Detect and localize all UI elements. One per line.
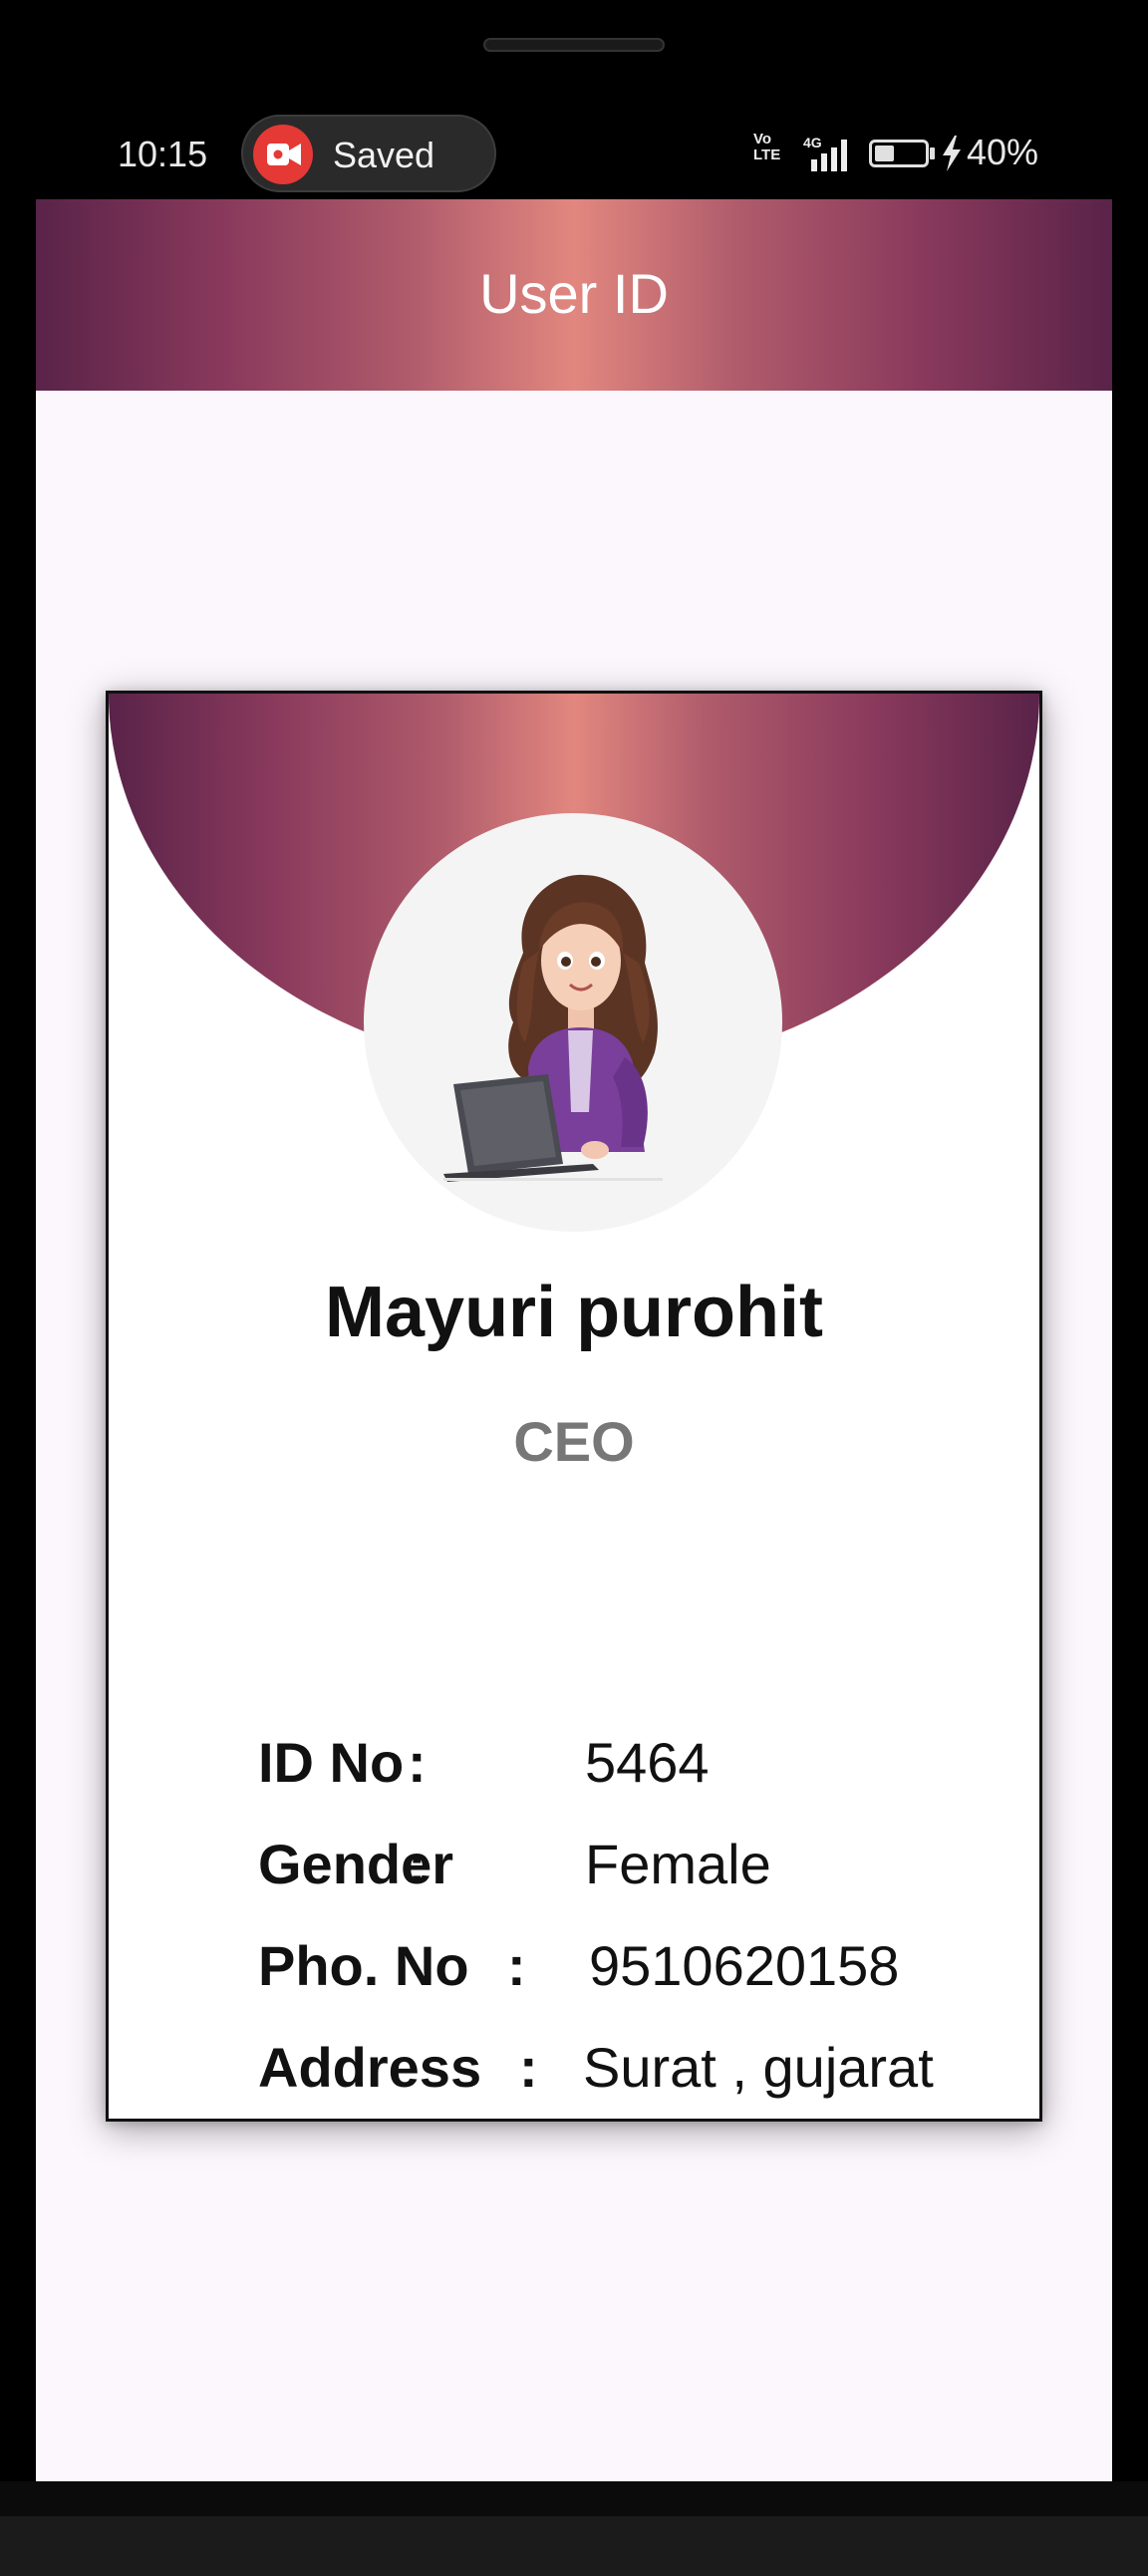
app-screen: User ID Mayuri purohit CEO ID No: 5464 … — [36, 199, 1112, 2481]
gender-value: Female — [585, 1833, 771, 1895]
phone-value: 9510620158 — [589, 1934, 900, 1997]
address-value: Surat , gujarat — [583, 2036, 934, 2099]
battery-icon — [869, 140, 929, 167]
info-row-gender: Gender : Female — [258, 1832, 1035, 1911]
info-row-phone: Pho. No : 9510620158 — [258, 1933, 1035, 2013]
status-icons: Vo LTE 4G 40% — [753, 132, 1092, 175]
profile-role: CEO — [513, 1410, 635, 1473]
signal-strength-icon: 4G — [803, 135, 847, 171]
info-row-address: Address : Surat , gujarat — [258, 2035, 1035, 2115]
screen-recording-pill[interactable]: Saved — [241, 115, 496, 192]
info-row-id: ID No : 5464 — [258, 1730, 1035, 1810]
app-bar: User ID — [36, 199, 1112, 391]
profile-avatar — [364, 813, 782, 1232]
phone-colon: : — [507, 1934, 526, 1997]
id-colon: : — [408, 1731, 427, 1794]
profile-name: Mayuri purohit — [325, 1273, 823, 1352]
address-colon: : — [519, 2036, 538, 2099]
earpiece-speaker — [483, 38, 665, 52]
status-time: 10:15 — [118, 134, 208, 174]
address-label: Address — [258, 2036, 482, 2099]
phone-label: Pho. No — [258, 1934, 469, 1997]
id-card: Mayuri purohit CEO ID No : 5464 Gender :… — [106, 691, 1042, 2122]
battery-percentage: 40% — [967, 132, 1039, 172]
id-value: 5464 — [585, 1731, 710, 1794]
volte-icon: Vo LTE — [753, 131, 781, 163]
gender-colon: : — [408, 1833, 427, 1895]
navigation-bar — [0, 2516, 1148, 2576]
battery-tip — [930, 147, 935, 159]
avatar-illustration — [443, 874, 663, 1182]
app-title: User ID — [479, 262, 669, 325]
phone-frame: 10:15 Saved Vo LTE 4G 40% User ID Mayuri… — [0, 0, 1148, 2576]
recording-status-label: Saved — [333, 135, 435, 175]
svg-text:4G: 4G — [803, 135, 822, 150]
charging-bolt-icon — [943, 136, 961, 171]
status-bar: 10:15 Saved Vo LTE 4G 40% — [36, 112, 1112, 199]
video-camera-icon — [253, 125, 313, 184]
id-label: ID No — [258, 1731, 405, 1794]
